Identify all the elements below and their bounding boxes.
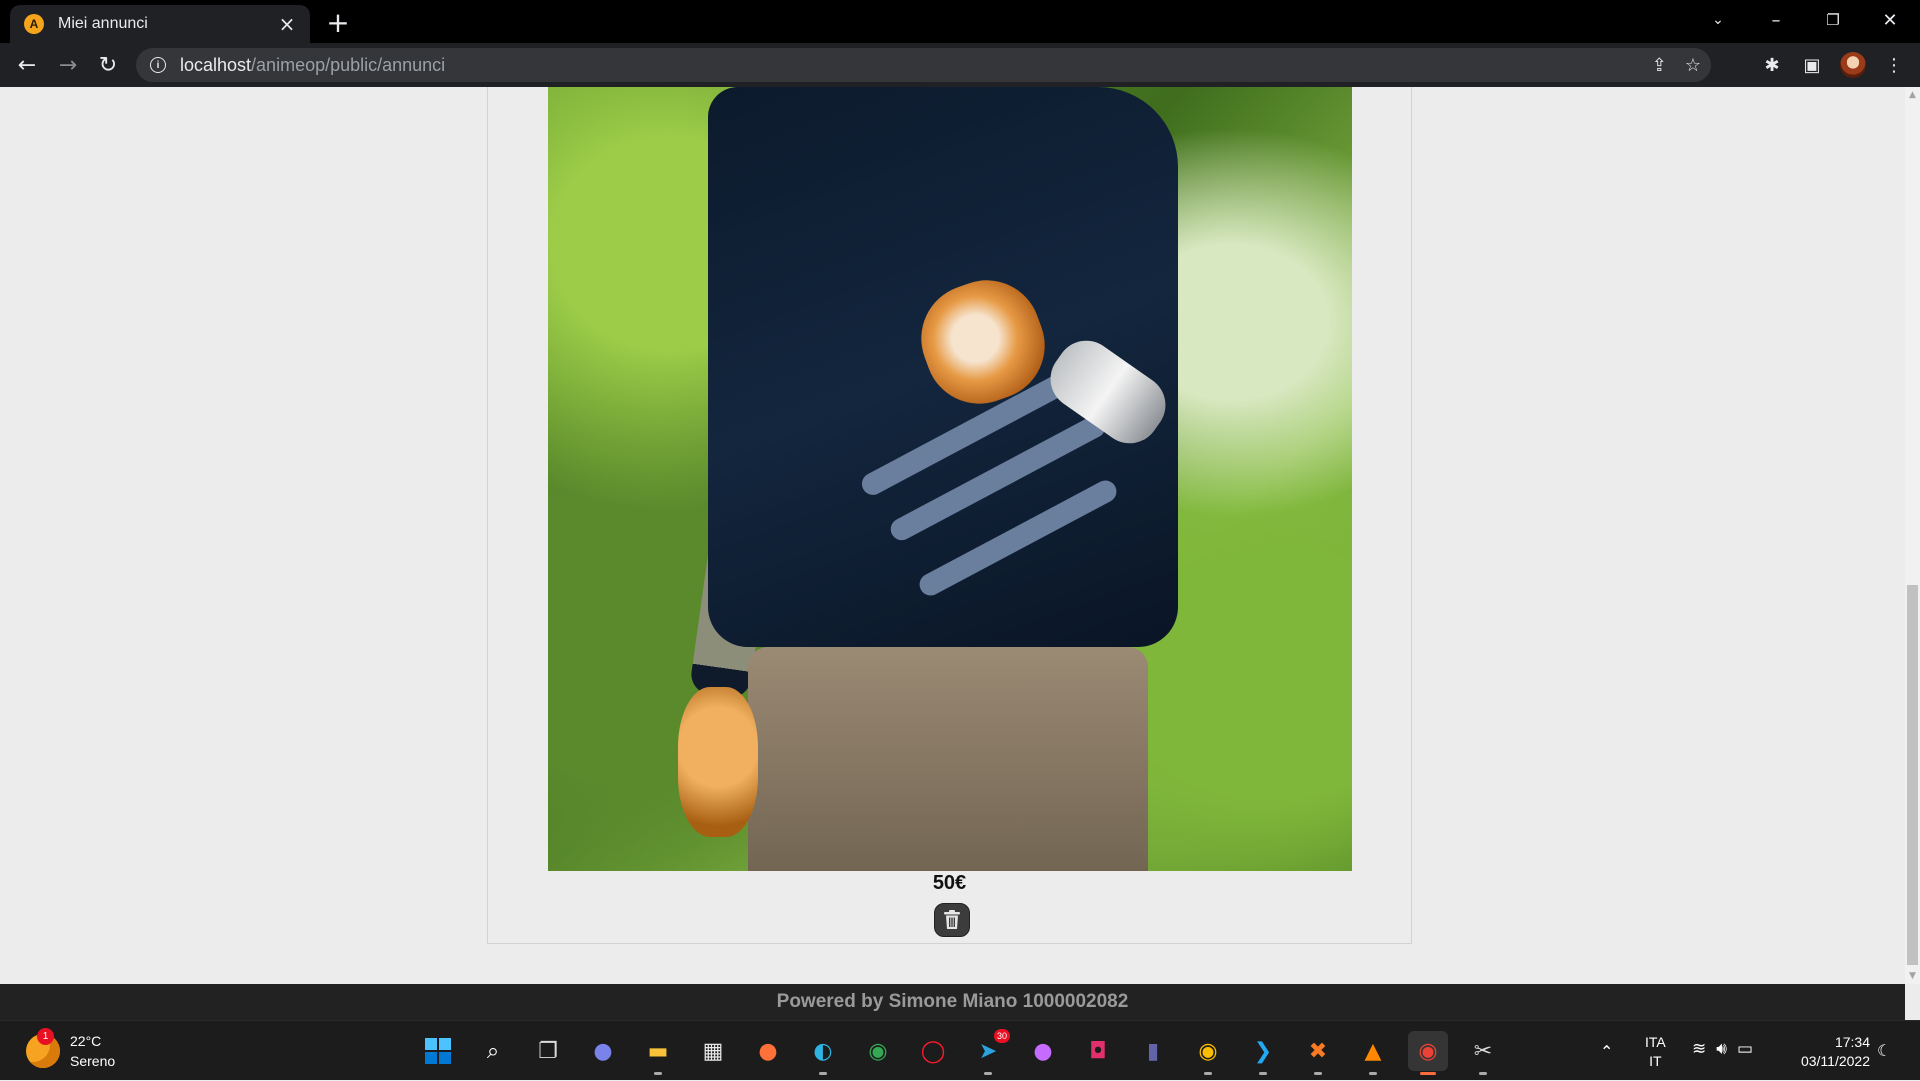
photo-pants — [748, 647, 1148, 871]
opera-button[interactable]: ◯ — [913, 1031, 953, 1071]
teams-icon: ▮ — [1146, 1038, 1160, 1064]
close-window-button[interactable]: ✕ — [1862, 0, 1918, 40]
wifi-icon[interactable]: ≋ — [1692, 1039, 1706, 1059]
store-icon: ▦ — [702, 1038, 724, 1064]
vscode-button[interactable]: ❯ — [1243, 1031, 1283, 1075]
weather-badge: 1 — [37, 1028, 54, 1045]
listing-card: 50€ — [487, 87, 1412, 944]
scrollbar-thumb[interactable] — [1907, 585, 1918, 965]
snipping-tool-button[interactable]: ✂ — [1463, 1031, 1503, 1075]
teams-chat-button[interactable]: ● — [583, 1031, 623, 1071]
vlc-cone-icon: ▲ — [1364, 1038, 1382, 1064]
profile-avatar[interactable] — [1840, 52, 1866, 78]
listing-price: 50€ — [932, 872, 967, 894]
system-tray: ⌃ — [1600, 1021, 1627, 1081]
scroll-up-arrow-icon[interactable]: ▲ — [1905, 87, 1920, 103]
chrome-icon: ◉ — [1198, 1038, 1218, 1064]
telegram-button[interactable]: ➤ 30 — [968, 1029, 1010, 1075]
tab-title: Miei annunci — [58, 15, 148, 32]
new-tab-button[interactable]: + — [322, 6, 354, 39]
chat-icon: ● — [593, 1038, 613, 1064]
url-host: localhost — [180, 54, 252, 75]
teams-button[interactable]: ▮ — [1133, 1031, 1173, 1071]
chrome-icon: ◉ — [868, 1038, 888, 1064]
page-content: 50€ — [0, 87, 1905, 984]
firefox-button[interactable]: ● — [748, 1031, 788, 1071]
vscode-icon: ❯ — [1253, 1038, 1273, 1064]
xampp-button[interactable]: ✖ — [1298, 1031, 1338, 1075]
volume-icon[interactable]: 🔊︎ — [1716, 1039, 1727, 1059]
edge-icon: ◐ — [813, 1038, 833, 1064]
keyboard-layout: IT — [1649, 1053, 1662, 1069]
chrome-profile-button[interactable]: ◉ — [1188, 1031, 1228, 1075]
language-code: ITA — [1645, 1034, 1666, 1050]
minimize-button[interactable]: – — [1748, 0, 1804, 40]
extensions-puzzle-icon[interactable]: ✱ — [1760, 53, 1784, 77]
weather-moon-icon: 1 — [26, 1028, 60, 1068]
browser-titlebar: A Miei annunci × + ⌄ – ❐ ✕ — [0, 0, 1920, 43]
battery-icon[interactable]: ▭ — [1737, 1039, 1753, 1059]
site-info-icon[interactable]: i — [150, 57, 166, 73]
delete-listing-button[interactable] — [934, 903, 970, 937]
xampp-icon: ✖ — [1308, 1038, 1328, 1064]
browser-toolbar: ← → ↻ i localhost/animeop/public/annunci… — [0, 43, 1920, 87]
tab-search-chevron-icon[interactable]: ⌄ — [1690, 0, 1746, 40]
start-button[interactable] — [418, 1031, 458, 1071]
chrome-menu-icon[interactable]: ⋮ — [1882, 53, 1906, 77]
clock-time: 17:34 — [1834, 1034, 1870, 1050]
chrome-active-button[interactable]: ◉ — [1408, 1031, 1448, 1075]
messenger-button[interactable]: ● — [1023, 1031, 1063, 1071]
back-button[interactable]: ← — [11, 49, 43, 81]
weather-widget[interactable]: 1 22°C Sereno — [26, 1028, 116, 1071]
task-view-icon: ❐ — [538, 1038, 558, 1064]
page-footer: Powered by Simone Miano 1000002082 — [0, 984, 1905, 1020]
search-button[interactable]: ⌕ — [473, 1031, 513, 1071]
show-hidden-icons-chevron-icon[interactable]: ⌃ — [1600, 1042, 1613, 1061]
tab-close-icon[interactable]: × — [276, 12, 298, 36]
file-explorer-button[interactable]: ▬ — [638, 1031, 678, 1075]
reload-button[interactable]: ↻ — [92, 49, 124, 81]
telegram-badge: 30 — [994, 1029, 1010, 1043]
address-bar[interactable]: i localhost/animeop/public/annunci ⇪ ☆ — [136, 48, 1711, 82]
windows-taskbar: 1 22°C Sereno ⌕ ❐ ● ▬ ▦ ● ◐ ◉ ◯ ➤ 30 ● ◘ … — [0, 1020, 1920, 1080]
forward-button[interactable]: → — [52, 49, 84, 81]
microsoft-store-button[interactable]: ▦ — [693, 1031, 733, 1071]
vlc-button[interactable]: ▲ — [1353, 1031, 1393, 1075]
photo-hand — [678, 687, 758, 837]
instagram-icon: ◘ — [1089, 1038, 1107, 1064]
restore-button[interactable]: ❐ — [1805, 0, 1861, 40]
weather-temperature: 22°C — [70, 1033, 102, 1049]
weather-description: Sereno — [70, 1053, 116, 1069]
system-clock[interactable]: 17:34 03/11/2022 — [1790, 1033, 1870, 1071]
messenger-icon: ● — [1033, 1038, 1053, 1064]
tab-favicon: A — [24, 14, 44, 34]
browser-tab[interactable]: A Miei annunci × — [10, 5, 310, 43]
search-icon: ⌕ — [486, 1038, 500, 1064]
snipping-tool-icon: ✂ — [1473, 1038, 1493, 1064]
notification-moon-icon[interactable]: ☾ — [1877, 1041, 1891, 1060]
trash-icon — [944, 910, 960, 929]
telegram-icon: ➤ — [978, 1038, 998, 1064]
page-scrollbar[interactable]: ▲ ▼ — [1905, 87, 1920, 984]
input-language[interactable]: ITA IT — [1645, 1033, 1666, 1071]
edge-button[interactable]: ◐ — [803, 1031, 843, 1075]
bookmark-star-icon[interactable]: ☆ — [1685, 55, 1701, 76]
folder-icon: ▬ — [647, 1038, 669, 1064]
opera-icon: ◯ — [920, 1038, 946, 1064]
scroll-down-arrow-icon[interactable]: ▼ — [1905, 968, 1920, 984]
clock-date: 03/11/2022 — [1800, 1053, 1870, 1069]
side-panel-icon[interactable]: ▣ — [1800, 53, 1824, 77]
share-icon[interactable]: ⇪ — [1652, 55, 1667, 76]
chrome-icon: ◉ — [1418, 1038, 1438, 1064]
windows-logo-icon — [425, 1038, 451, 1064]
task-view-button[interactable]: ❐ — [528, 1031, 568, 1071]
listing-photo — [548, 87, 1352, 871]
firefox-icon: ● — [758, 1038, 778, 1064]
chrome-button[interactable]: ◉ — [858, 1031, 898, 1071]
url-text[interactable]: localhost/animeop/public/annunci — [180, 55, 445, 76]
url-path: /animeop/public/annunci — [251, 54, 446, 75]
instagram-button[interactable]: ◘ — [1078, 1031, 1118, 1071]
